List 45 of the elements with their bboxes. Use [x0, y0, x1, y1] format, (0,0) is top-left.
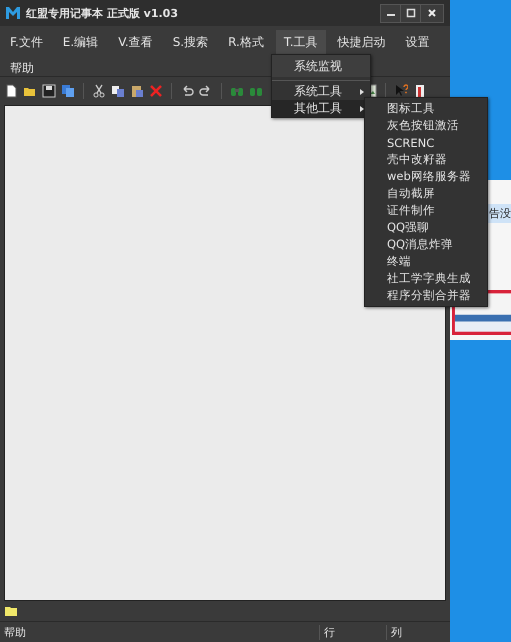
- submenu-item[interactable]: web网络服务器: [365, 168, 487, 185]
- submenu-arrow-icon: [360, 106, 364, 112]
- menu-item[interactable]: E.编辑: [54, 30, 106, 54]
- copy-icon[interactable]: [61, 84, 75, 98]
- exit-icon[interactable]: [413, 84, 427, 98]
- minimize-button[interactable]: [380, 4, 401, 22]
- menu-item[interactable]: R.格式: [220, 30, 272, 54]
- delete-icon[interactable]: [149, 84, 163, 98]
- submenu-item[interactable]: 灰色按钮激活: [365, 117, 487, 134]
- submenu-item[interactable]: SCRENC: [365, 134, 487, 151]
- menu-item[interactable]: S.搜索: [164, 30, 216, 54]
- scissors-icon[interactable]: [92, 84, 106, 98]
- menu-item[interactable]: T.工具: [276, 30, 326, 54]
- menu-item[interactable]: 帮助: [2, 56, 42, 80]
- submenu-item[interactable]: 证件制作: [365, 202, 487, 219]
- submenu-item[interactable]: 程序分割合并器: [365, 287, 487, 304]
- menu-item[interactable]: F.文件: [2, 30, 51, 54]
- maximize-icon: [406, 8, 416, 18]
- floppy-icon[interactable]: [42, 84, 56, 98]
- submenu-item[interactable]: 壳中改籽器: [365, 151, 487, 168]
- menu-item[interactable]: 快捷启动: [330, 30, 394, 54]
- status-text: 帮助: [3, 624, 27, 640]
- window-title: 红盟专用记事本 正式版 v1.03: [26, 6, 179, 20]
- submenu-option[interactable]: 系统工具: [272, 83, 370, 100]
- submenu-item[interactable]: QQ强聊: [365, 219, 487, 236]
- maximize-button[interactable]: [400, 4, 421, 22]
- line-label: 行: [319, 624, 386, 640]
- logo-icon: [6, 7, 20, 19]
- close-icon: [427, 8, 437, 18]
- clipboard-icon[interactable]: [130, 84, 144, 98]
- submenu-item[interactable]: 自动截屏: [365, 185, 487, 202]
- copy-icon[interactable]: [111, 84, 125, 98]
- menu-item[interactable]: V.查看: [110, 30, 161, 54]
- submenu-item[interactable]: QQ消息炸弹: [365, 236, 487, 253]
- column-label: 列: [386, 624, 402, 640]
- menu-item[interactable]: 设置: [398, 30, 438, 54]
- submenu-arrow-icon: [360, 88, 364, 94]
- submenu-item[interactable]: 终端: [365, 253, 487, 270]
- menu-option[interactable]: 系统监视: [272, 55, 370, 77]
- folder-icon[interactable]: [4, 604, 18, 618]
- document-icon[interactable]: [4, 84, 18, 98]
- cursor-help-icon[interactable]: [394, 84, 408, 98]
- window-text: 告没: [488, 204, 511, 223]
- submenu-item[interactable]: 社工学字典生成: [365, 270, 487, 287]
- close-button[interactable]: [420, 4, 444, 22]
